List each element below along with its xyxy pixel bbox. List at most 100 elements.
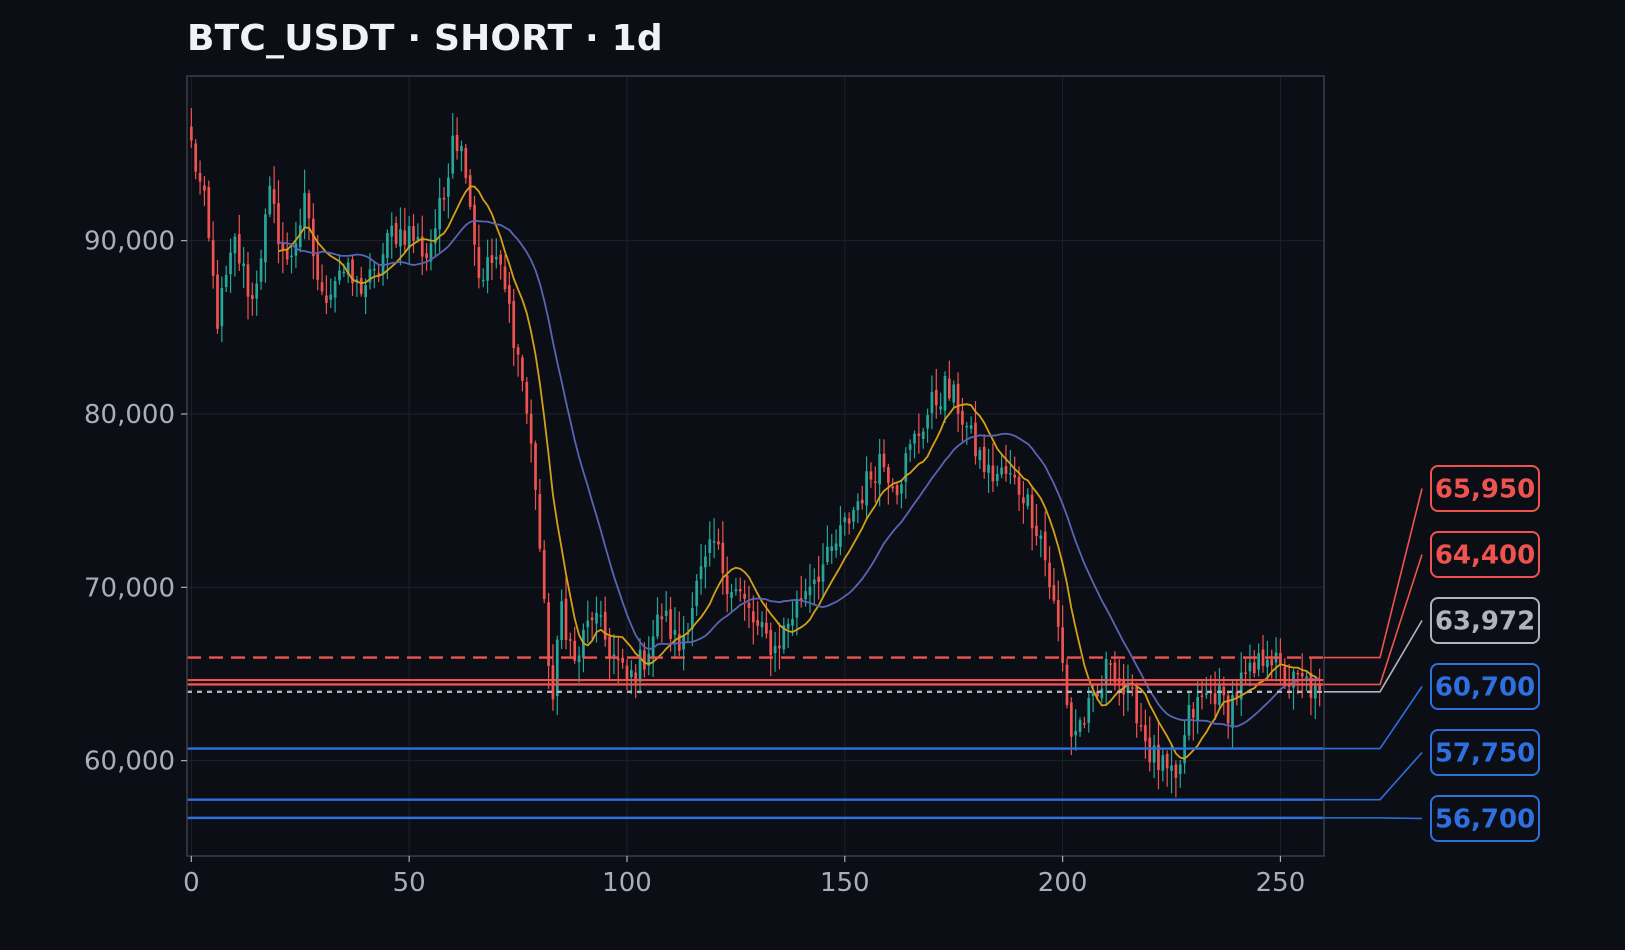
candle-body bbox=[338, 270, 341, 281]
level-connector bbox=[1324, 488, 1423, 659]
candle-body bbox=[982, 446, 986, 473]
candle-body bbox=[1104, 659, 1108, 686]
candle bbox=[1052, 568, 1056, 604]
level-labels: 65,950 64,400 63,972 60,700 57,750 56,700 bbox=[1324, 465, 1540, 842]
candle-body bbox=[477, 247, 481, 278]
candle bbox=[516, 343, 520, 377]
candle bbox=[769, 622, 773, 677]
candle bbox=[503, 254, 507, 293]
candle bbox=[1069, 697, 1073, 756]
candle bbox=[939, 392, 942, 415]
candle bbox=[1139, 702, 1143, 732]
candle bbox=[272, 166, 276, 224]
candle bbox=[1218, 667, 1221, 709]
candle bbox=[333, 276, 337, 313]
candle-body bbox=[734, 589, 738, 592]
candle-body bbox=[873, 481, 877, 483]
candle-body bbox=[778, 645, 781, 649]
candle bbox=[756, 601, 760, 636]
candle bbox=[913, 430, 916, 459]
axes: 0 50 100 150 200 250 60,000 70,000 80,000 90,000 bbox=[84, 227, 1305, 898]
candle bbox=[1309, 658, 1313, 716]
candle bbox=[621, 648, 624, 669]
level-label: 65,950 bbox=[1435, 475, 1535, 505]
candle-body bbox=[887, 467, 890, 483]
candle bbox=[268, 176, 272, 218]
candle bbox=[1292, 668, 1295, 710]
candle-body bbox=[978, 450, 982, 461]
candle-body bbox=[1257, 653, 1261, 670]
candle bbox=[590, 611, 594, 640]
candle-body bbox=[512, 301, 516, 349]
level-label: 63,972 bbox=[1435, 607, 1535, 637]
candle bbox=[433, 209, 437, 257]
candle bbox=[1196, 681, 1200, 734]
candle bbox=[1157, 721, 1160, 790]
candle bbox=[1318, 668, 1321, 707]
candle-body bbox=[948, 378, 951, 399]
candle-body bbox=[521, 357, 524, 381]
level-label: 64,400 bbox=[1435, 541, 1535, 571]
candle-body bbox=[756, 620, 760, 626]
candle-body bbox=[460, 145, 463, 152]
candle-body bbox=[839, 525, 842, 547]
candle-body bbox=[1296, 672, 1300, 675]
candle bbox=[965, 421, 969, 445]
candle bbox=[869, 462, 873, 488]
candle bbox=[826, 525, 829, 565]
candle-body bbox=[834, 543, 838, 551]
candle-body bbox=[743, 593, 746, 599]
candle-body bbox=[1074, 730, 1078, 736]
candle-body bbox=[468, 175, 472, 207]
candle bbox=[725, 556, 729, 613]
candle-body bbox=[516, 347, 520, 355]
candle bbox=[900, 480, 903, 509]
candle-body bbox=[325, 295, 328, 303]
candle bbox=[351, 254, 354, 296]
candle-body bbox=[638, 649, 642, 682]
candle-body bbox=[1130, 687, 1134, 689]
candle-body bbox=[233, 236, 237, 254]
candle-body bbox=[1300, 672, 1304, 677]
candle-body bbox=[786, 623, 790, 629]
candle bbox=[250, 282, 254, 316]
candle-body bbox=[329, 294, 333, 300]
candle bbox=[843, 512, 847, 536]
candle bbox=[586, 600, 590, 643]
candle-body bbox=[1144, 725, 1147, 742]
candle bbox=[542, 540, 546, 604]
candle-body bbox=[542, 549, 546, 600]
candle-body bbox=[1052, 585, 1056, 601]
candle bbox=[943, 371, 947, 424]
candle bbox=[538, 478, 542, 552]
candle-body bbox=[216, 274, 219, 329]
candle-body bbox=[250, 295, 254, 299]
candle-body bbox=[403, 230, 407, 245]
candle bbox=[259, 249, 263, 290]
candle bbox=[865, 456, 868, 521]
candle bbox=[364, 278, 367, 315]
candle-body bbox=[830, 546, 834, 551]
candle-body bbox=[320, 282, 324, 292]
candle-body bbox=[268, 185, 272, 215]
candle bbox=[978, 446, 982, 469]
candle-body bbox=[551, 665, 555, 700]
candle-body bbox=[316, 253, 320, 280]
candle-body bbox=[407, 226, 411, 249]
candle-body bbox=[695, 580, 699, 607]
level-connector bbox=[1324, 554, 1423, 686]
level-label: 57,750 bbox=[1435, 739, 1535, 769]
candle bbox=[991, 443, 995, 493]
candle bbox=[582, 623, 585, 673]
candle-body bbox=[773, 645, 777, 654]
x-tick-label: 0 bbox=[183, 868, 200, 898]
candle-body bbox=[1139, 725, 1143, 727]
candle-body bbox=[1244, 672, 1247, 674]
candle bbox=[551, 644, 555, 711]
candle bbox=[1087, 686, 1091, 733]
candle-body bbox=[203, 185, 206, 191]
candle bbox=[1178, 759, 1182, 788]
candle-body bbox=[913, 433, 916, 444]
candle-body bbox=[1261, 649, 1265, 666]
candle-body bbox=[242, 263, 245, 267]
